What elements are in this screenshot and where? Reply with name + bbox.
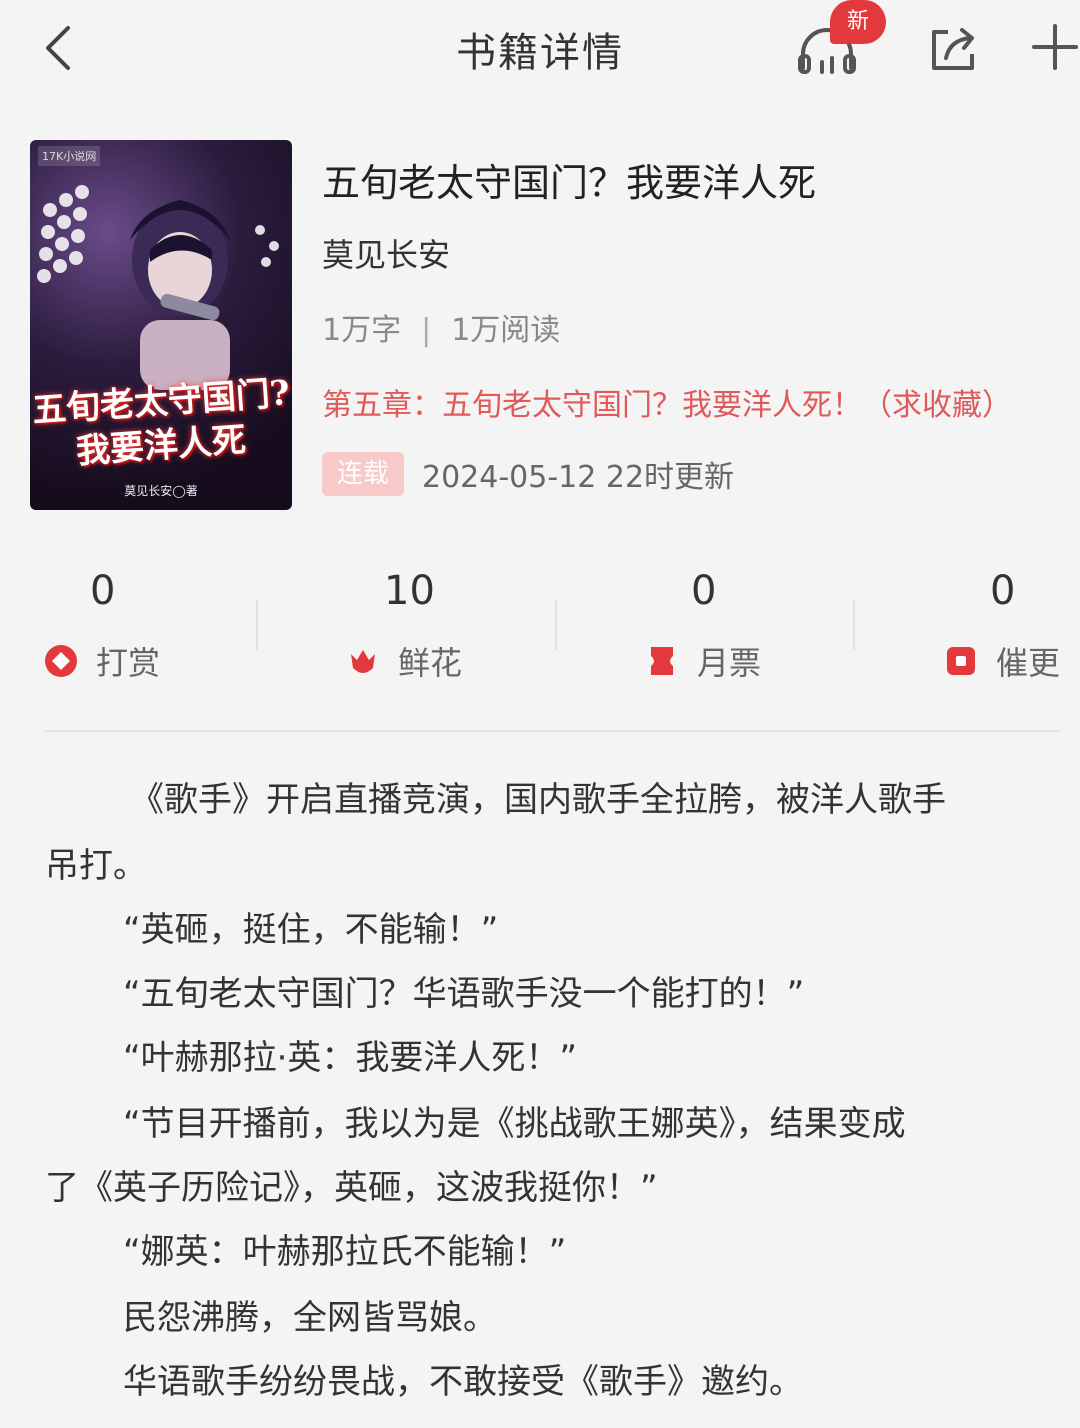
stat-value: 10 (384, 568, 435, 614)
word-count: 1万字 (322, 313, 402, 348)
synopsis-line: “节目开播前，我以为是《挑战歌王娜英》，结果变成 (123, 1104, 906, 1144)
synopsis-line: “叶赫那拉·英：我要洋人死！” (123, 1038, 578, 1078)
synopsis-line: “英砸，挺住，不能输！” (123, 910, 499, 950)
reward-icon (45, 645, 77, 677)
top-bar: 书籍详情 新 (0, 0, 1080, 100)
flower-icon (351, 650, 375, 673)
book-author[interactable]: 莫见长安 (322, 230, 450, 276)
stat-reward[interactable]: 0 打赏 (40, 560, 240, 690)
stat-divider (853, 600, 855, 650)
cover-author: 莫见长安◯著 (124, 484, 198, 498)
stat-monthly-ticket[interactable]: 0 月票 (643, 560, 843, 690)
stat-label: 月票 (697, 644, 762, 682)
new-badge: 新 (830, 0, 886, 44)
read-count: 1万阅读 (451, 313, 561, 348)
stat-divider (555, 600, 557, 650)
stage-lights-illustration (37, 185, 279, 390)
stat-divider (256, 600, 258, 650)
plus-icon (1032, 24, 1078, 70)
synopsis-line: “娜英：叶赫那拉氏不能输！” (123, 1232, 567, 1272)
stats-separator: | (421, 313, 432, 348)
ticket-icon (651, 647, 673, 675)
publisher-logo: 17K小说网 (38, 146, 101, 166)
synopsis-line: 了《英子历险记》，英砸，这波我挺你！” (45, 1168, 658, 1208)
synopsis-line: 华语歌手纷纷畏战，不敢接受《歌手》邀约。 (123, 1362, 803, 1402)
stat-value: 0 (990, 568, 1016, 614)
stat-flowers[interactable]: 10 鲜花 (344, 560, 544, 690)
status-badge: 连载 (322, 452, 404, 496)
stat-value: 0 (691, 568, 717, 614)
share-icon (932, 28, 974, 70)
stat-value: 0 (90, 568, 116, 614)
book-title: 五旬老太守国门？我要洋人死 (322, 161, 817, 205)
stat-label: 打赏 (96, 644, 161, 682)
synopsis-line: 《歌手》开启直播竞演，国内歌手全拉胯，被洋人歌手 (130, 780, 946, 820)
add-to-shelf-button[interactable] (1030, 22, 1080, 72)
section-divider (45, 730, 1060, 732)
interaction-stats: 0 打赏 10 鲜花 0 月票 0 催更 (0, 560, 1080, 690)
cover-title: 五旬老太守国门? 我要洋人死 (30, 373, 292, 472)
synopsis-line: “五旬老太守国门？华语歌手没一个能打的！” (123, 974, 805, 1014)
synopsis-line: 吊打。 (45, 846, 147, 886)
stat-urge-update[interactable]: 0 催更 (944, 560, 1080, 690)
book-cover[interactable]: 17K小说网 五旬老太守国门? 我要洋人死 莫见长安◯著 (30, 140, 292, 510)
stat-label: 催更 (996, 644, 1061, 682)
latest-chapter-link[interactable]: 第五章：五旬老太守国门？我要洋人死！（求收藏） (322, 380, 1012, 424)
stat-label: 鲜花 (398, 644, 463, 682)
update-time: 2024-05-12 22时更新 (422, 460, 735, 495)
status-row: 连载 2024-05-12 22时更新 (322, 452, 734, 498)
urge-icon (947, 647, 975, 675)
page-title: 书籍详情 (456, 30, 624, 76)
synopsis-line: 民怨沸腾，全网皆骂娘。 (123, 1298, 497, 1338)
book-stats: 1万字 | 1万阅读 (322, 305, 560, 349)
share-button[interactable] (926, 20, 982, 76)
